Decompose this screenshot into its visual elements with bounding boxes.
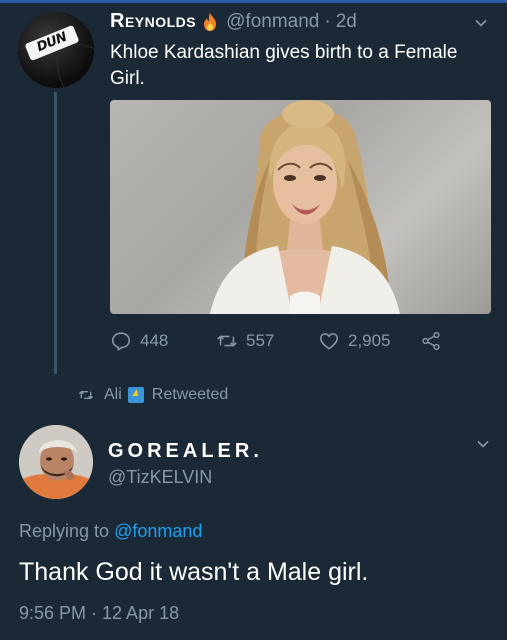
lightning-emoji-icon (127, 387, 144, 403)
author-name[interactable]: GOREALER. (108, 440, 263, 463)
reply-count: 448 (140, 331, 169, 350)
top-edge-bar (0, 0, 507, 3)
author-handle[interactable]: @fonmand (226, 11, 319, 33)
share-icon (422, 331, 440, 351)
reply-icon (111, 332, 131, 351)
photo-content (210, 100, 400, 314)
retweet-button[interactable]: 557 (216, 330, 274, 352)
reply-button[interactable]: 448 (110, 330, 168, 352)
fire-emoji-icon (202, 12, 218, 32)
replying-to: Replying to @fonmand (19, 521, 202, 542)
retweet-icon (79, 391, 93, 399)
avatar-reynolds[interactable]: DUN (18, 12, 94, 88)
tweet1-text: Khloe Kardashian gives birth to a Female… (110, 42, 458, 89)
retweet-context[interactable]: Ali Retweeted (78, 386, 228, 404)
replying-mention-link[interactable]: @fonmand (114, 521, 202, 541)
avatar-gorealer[interactable] (19, 425, 93, 499)
tweet-age[interactable]: 2d (336, 11, 357, 33)
ball-seam (56, 12, 94, 88)
replying-prefix: Replying to (19, 521, 110, 541)
chevron-down-icon[interactable] (474, 16, 488, 30)
retweet-count: 557 (246, 331, 275, 350)
heart-icon (319, 333, 339, 350)
retweeted-label: Retweeted (151, 386, 229, 403)
chevron-down-icon[interactable] (476, 437, 490, 451)
like-button[interactable]: 2,905 (318, 330, 391, 352)
thread-connector-line (54, 92, 57, 374)
tweet1-header: Reynolds @fonmand · 2d (110, 10, 357, 33)
share-button[interactable] (420, 330, 450, 352)
retweet-icon (217, 335, 237, 347)
tweet2-timestamp[interactable]: 9:56 PM · 12 Apr 18 (19, 603, 179, 624)
avatar-photo (19, 425, 93, 499)
author-name[interactable]: Reynolds (110, 10, 196, 33)
author-handle[interactable]: @TizKELVIN (108, 467, 212, 488)
meta-separator: · (324, 10, 331, 32)
tweet2-text: Thank God it wasn't a Male girl. (19, 558, 369, 586)
tweet-photo[interactable] (110, 100, 491, 314)
like-count: 2,905 (348, 331, 391, 350)
retweeter-name[interactable]: Ali (104, 386, 122, 404)
